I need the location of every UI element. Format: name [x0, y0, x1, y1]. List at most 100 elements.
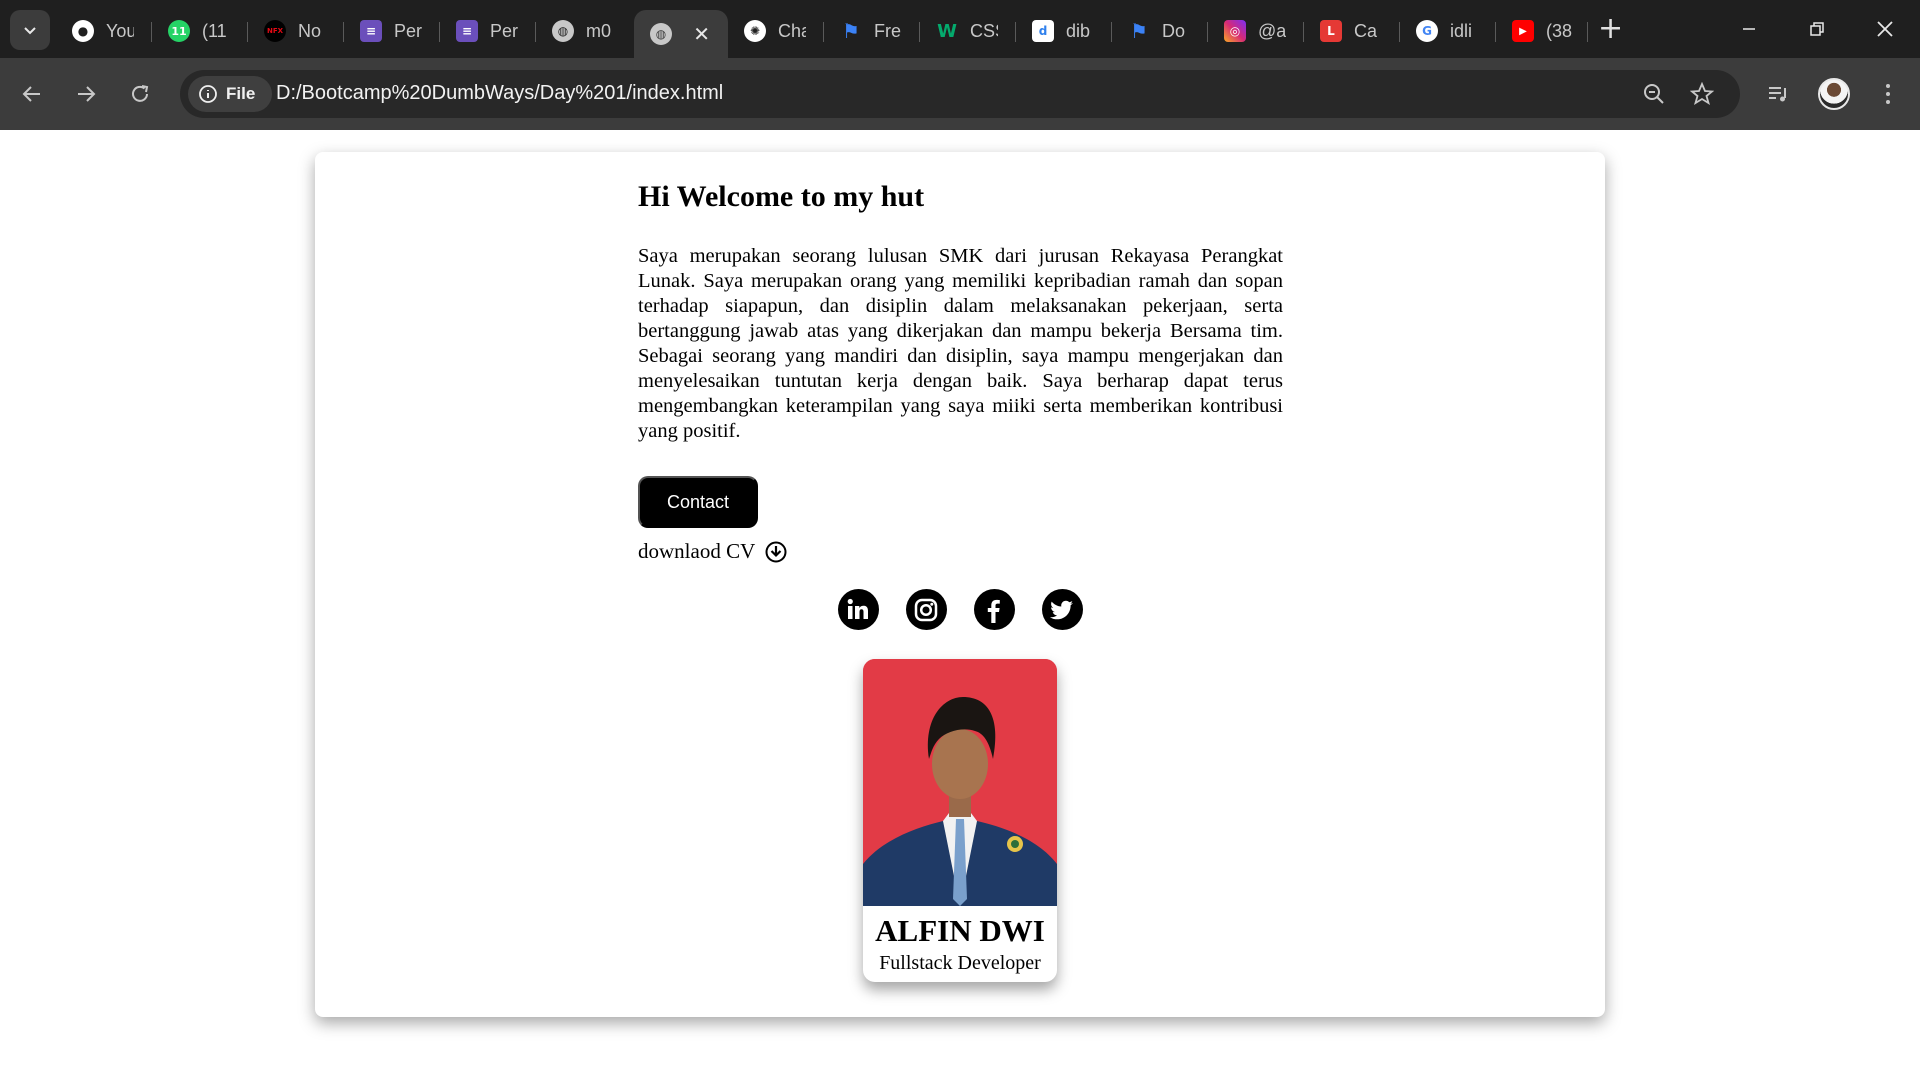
chatgpt-icon: ✺	[744, 20, 766, 42]
tab-whatsapp[interactable]: 11 (11	[152, 12, 230, 50]
facebook-link[interactable]	[973, 589, 1015, 630]
instagram-link[interactable]	[905, 589, 947, 630]
tab-title: Per	[490, 20, 518, 41]
tab-title: Cha	[778, 20, 806, 41]
profile-card: ALFIN DWI Fullstack Developer	[863, 659, 1057, 982]
tab-title: You	[106, 20, 134, 41]
twitter-icon	[1050, 600, 1073, 619]
tab-title: @a	[1258, 20, 1286, 41]
linkedin-link[interactable]	[837, 589, 879, 630]
new-tab-button[interactable]: +	[1598, 14, 1623, 44]
tab-do[interactable]: ⚑ Do	[1112, 12, 1190, 50]
github-icon: ●	[72, 20, 94, 42]
tab-title: Fre	[874, 20, 901, 41]
flag-icon: ⚑	[1130, 19, 1148, 43]
tab-m0[interactable]: ◍ m0	[536, 12, 614, 50]
tab-title: (11	[202, 20, 227, 41]
menu-button[interactable]	[1872, 78, 1904, 110]
tab-ca[interactable]: L Ca	[1304, 12, 1382, 50]
tab-active-index[interactable]: ◍ ✕	[634, 10, 728, 58]
tab-title: m0	[586, 20, 612, 41]
tab-title: Do	[1162, 20, 1186, 41]
main-card: Hi Welcome to my hut Saya merupakan seor…	[315, 152, 1605, 1017]
profile-name: ALFIN DWI	[875, 913, 1045, 948]
page-title: Hi Welcome to my hut	[638, 180, 925, 213]
info-icon	[199, 85, 217, 103]
bio-paragraph: Saya merupakan seorang lulusan SMK dari …	[638, 245, 1283, 442]
tab-github[interactable]: ● You	[56, 12, 134, 50]
profile-photo	[863, 659, 1057, 906]
restore-button[interactable]	[1794, 12, 1840, 46]
w3schools-icon: W	[937, 20, 957, 42]
form-icon: ≡	[456, 20, 478, 42]
tab-youtube[interactable]: ▶ (38	[1496, 12, 1574, 50]
bookmark-button[interactable]	[1690, 82, 1714, 106]
download-cv-link[interactable]: downlaod CV	[638, 539, 787, 564]
tab-title: No	[298, 20, 322, 41]
minimize-button[interactable]	[1726, 12, 1772, 46]
portrait-image	[863, 659, 1057, 906]
browser-toolbar: File D:/Bootcamp%20DumbWays/Day%201/inde…	[0, 58, 1920, 130]
facebook-icon	[987, 599, 1000, 623]
tab-title: CSS	[970, 20, 998, 41]
globe-icon: ◍	[650, 23, 672, 45]
dibimbing-icon: d	[1032, 20, 1054, 42]
google-icon: G	[1416, 20, 1438, 42]
arrow-left-icon	[22, 86, 40, 102]
instagram-icon: ◎	[1224, 20, 1246, 42]
instagram-icon	[914, 598, 938, 621]
tab-title: idli	[1450, 20, 1473, 41]
tab-netflix[interactable]: NFX No	[248, 12, 326, 50]
site-info-chip[interactable]: File	[188, 76, 272, 112]
profile-avatar[interactable]	[1818, 78, 1850, 110]
forward-button[interactable]	[70, 78, 102, 110]
tab-strip: ● You 11 (11 NFX No ≡ Per ≡ Per ◍ m0 ◍ ✕…	[0, 0, 1920, 58]
address-bar[interactable]: File D:/Bootcamp%20DumbWays/Day%201/inde…	[180, 70, 1740, 118]
media-control-button[interactable]	[1762, 78, 1794, 110]
back-button[interactable]	[16, 78, 48, 110]
tab-fre[interactable]: ⚑ Fre	[824, 12, 902, 50]
download-cv-label: downlaod CV	[638, 539, 756, 563]
close-window-button[interactable]	[1862, 12, 1908, 46]
zoom-out-icon	[1644, 84, 1664, 104]
tab-css[interactable]: W CSS	[920, 12, 998, 50]
tab-form-2[interactable]: ≡ Per	[440, 12, 518, 50]
tab-form-1[interactable]: ≡ Per	[344, 12, 422, 50]
tab-title: Per	[394, 20, 422, 41]
tab-instagram[interactable]: ◎ @a	[1208, 12, 1286, 50]
playlist-icon	[1769, 87, 1786, 102]
tab-title: Ca	[1354, 20, 1378, 41]
chevron-down-icon	[24, 27, 36, 35]
zoom-button[interactable]	[1642, 82, 1666, 106]
tab-chatgpt[interactable]: ✺ Cha	[728, 12, 806, 50]
url-text[interactable]: D:/Bootcamp%20DumbWays/Day%201/index.htm…	[276, 82, 723, 105]
contact-button[interactable]: Contact	[638, 476, 758, 528]
more-vertical-icon	[1886, 84, 1890, 104]
restore-icon	[1810, 22, 1824, 36]
reload-icon	[132, 85, 149, 102]
star-icon	[1690, 82, 1714, 105]
arrow-right-icon	[78, 86, 96, 102]
l-icon: L	[1320, 20, 1342, 42]
tab-dib[interactable]: d dib	[1016, 12, 1094, 50]
linkedin-icon	[847, 598, 868, 619]
social-links	[315, 589, 1605, 630]
flag-icon: ⚑	[842, 19, 860, 43]
close-icon	[1877, 21, 1893, 37]
form-icon: ≡	[360, 20, 382, 42]
reload-button[interactable]	[124, 78, 156, 110]
youtube-icon: ▶	[1512, 20, 1534, 42]
tab-google[interactable]: G idli	[1400, 12, 1478, 50]
profile-role: Fullstack Developer	[879, 952, 1041, 974]
site-chip-label: File	[226, 84, 256, 103]
whatsapp-icon: 11	[168, 20, 190, 42]
tab-title: (38	[1546, 20, 1573, 41]
twitter-link[interactable]	[1041, 589, 1083, 630]
close-icon[interactable]: ✕	[693, 22, 710, 46]
globe-icon: ◍	[552, 20, 574, 42]
netflix-icon: NFX	[264, 20, 286, 42]
page-viewport: Hi Welcome to my hut Saya merupakan seor…	[0, 130, 1920, 1077]
download-circle-icon	[765, 541, 787, 562]
tab-title: dib	[1066, 20, 1091, 41]
tab-search-button[interactable]	[10, 10, 50, 50]
